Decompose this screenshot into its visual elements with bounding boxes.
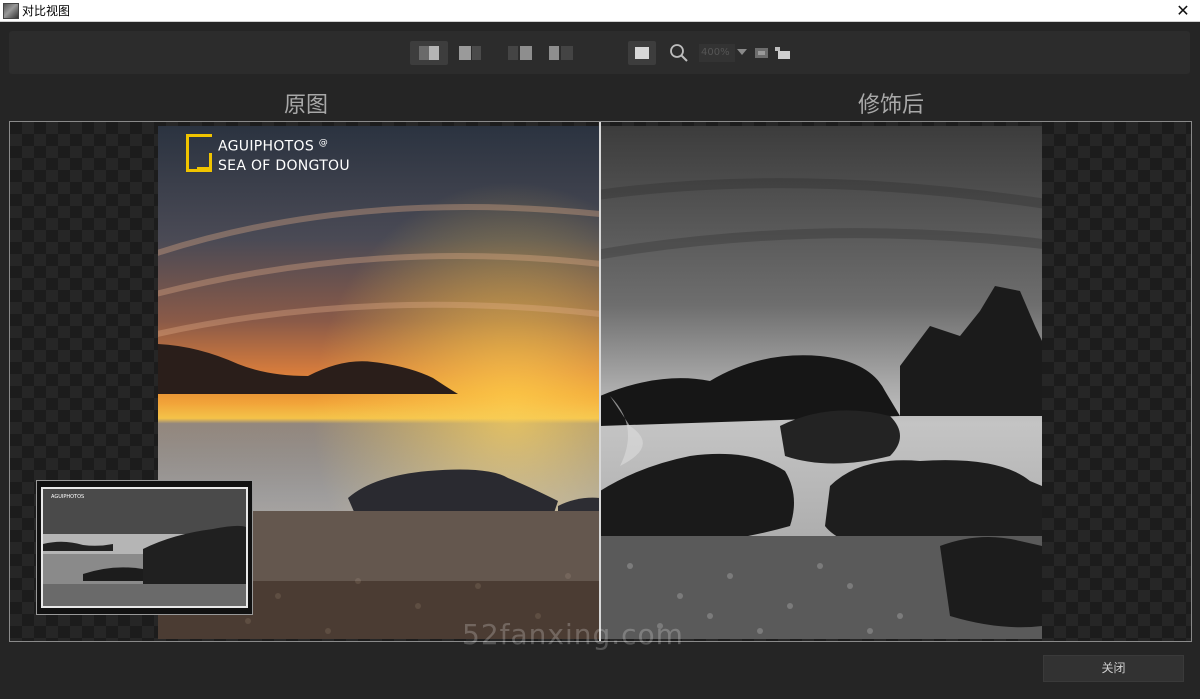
navigator-panel[interactable]: AGUIPHOTOS [36,480,253,615]
pan-icon [775,47,790,59]
split-view-button[interactable] [410,41,448,65]
zoom-level-field[interactable]: 400% [699,44,735,62]
single-view-icon [635,47,649,59]
zoom-icon [670,44,688,62]
photo-watermark: AGUIPHOTOS @ SEA OF DONGTOU [218,134,350,176]
original-label: 原图 [284,93,329,118]
title-bar: 对比视图 ✕ [0,0,1200,22]
fit-icon [755,48,768,58]
navigator-viewport[interactable]: AGUIPHOTOS [41,487,248,608]
window-close-button[interactable]: ✕ [1172,0,1194,22]
site-watermark: 52fanxing.com [462,618,684,651]
watermark-at: @ [318,138,329,148]
right-compare-button[interactable] [546,41,580,65]
retouched-photo-image [600,126,1042,639]
watermark-line-1: AGUIPHOTOS [218,138,315,155]
navigator-watermark-text: AGUIPHOTOS [51,494,84,500]
toolbar: 400% [9,31,1190,74]
left-compare-button[interactable] [504,41,538,65]
split-view-icon [419,46,439,60]
left-compare-icon [508,46,532,60]
watermark-line-2: SEA OF DONGTOU [218,157,350,174]
app-icon [3,3,19,19]
retouched-label: 修饰后 [858,93,925,118]
pan-button[interactable] [773,41,793,65]
zoom-button[interactable] [667,41,691,65]
side-by-side-button[interactable] [454,41,488,65]
retouched-photo [600,126,1042,639]
single-view-button[interactable] [628,41,656,65]
side-by-side-icon [459,46,481,60]
navigator-thumbnail: AGUIPHOTOS [43,489,246,606]
window-title: 对比视图 [22,4,71,18]
close-button[interactable]: 关闭 [1043,655,1184,682]
photo-logo [186,134,212,172]
zoom-dropdown-chevron-down-icon[interactable] [737,49,747,55]
fit-button[interactable] [753,41,771,65]
right-compare-icon [549,46,573,60]
compare-divider-handle[interactable] [599,122,601,641]
